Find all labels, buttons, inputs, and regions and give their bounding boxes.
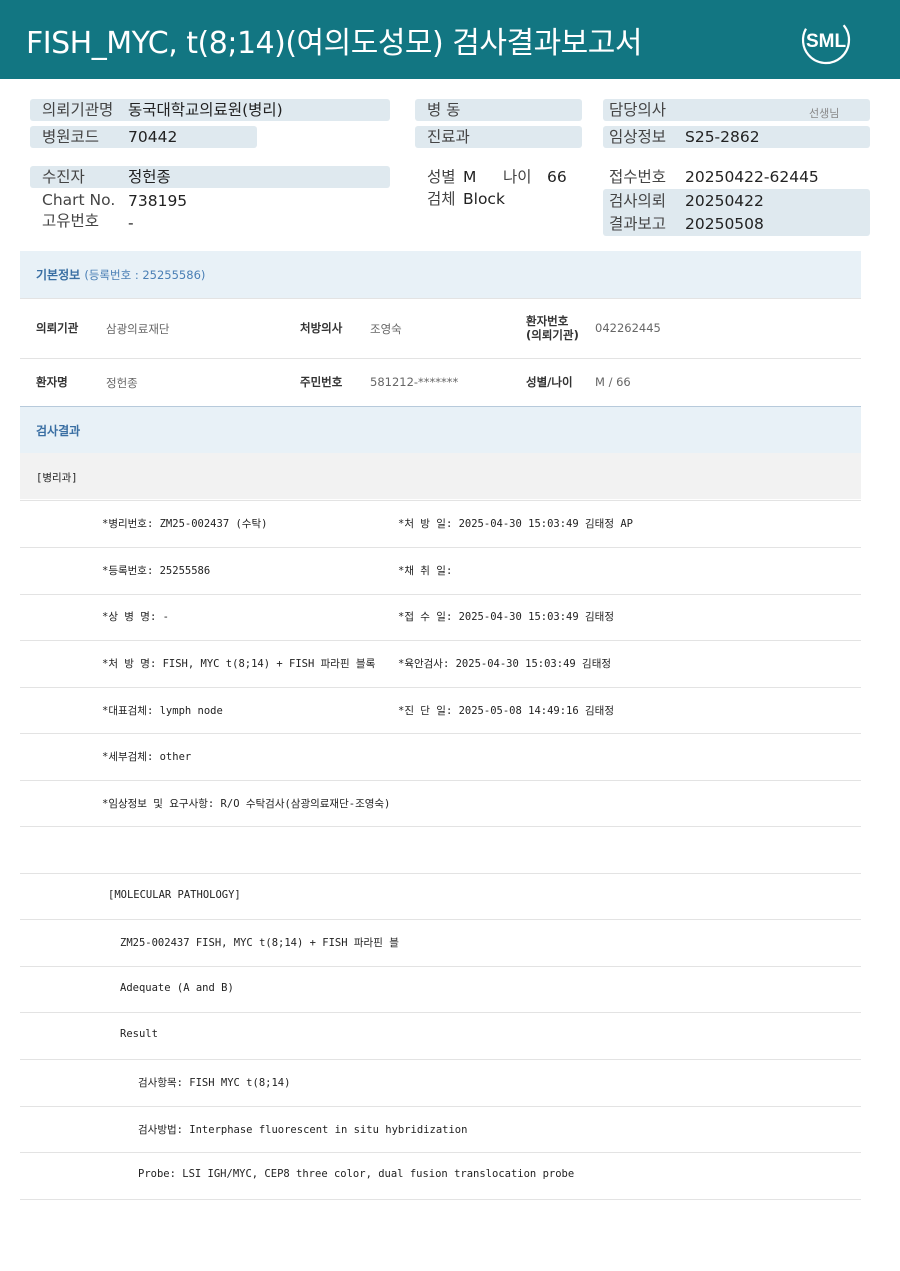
hospital-code-label: 병원코드 [42,128,100,146]
name-label: 환자명 [36,375,68,389]
hospital-code-value: 70442 [128,128,178,146]
age-value: 66 [547,168,567,186]
divider [20,873,861,874]
result-left: *처 방 명: FISH, MYC t(8;14) + FISH 파라핀 블록 [102,658,376,670]
request-report-field: 검사의뢰 20250422 결과보고 20250508 [603,189,870,236]
divider [20,733,861,734]
rrn-label: 주민번호 [300,375,343,389]
result-right: *처 방 일: 2025-04-30 15:03:49 김태정 AP [398,518,633,530]
ward-field: 병 동 [415,99,582,121]
divider [20,298,861,299]
doctor-label: 담당의사 [609,101,667,119]
divider [20,500,861,501]
case-line: ZM25-002437 FISH, MYC t(8;14) + FISH 파라핀… [120,937,399,949]
result-right: *접 수 일: 2025-04-30 15:03:49 김태정 [398,611,614,623]
referring-org-field: 의뢰기관명 동국대학교의료원(병리) [30,99,390,121]
probe-text: Probe: LSI IGH/MYC, CEP8 three color, du… [138,1168,575,1180]
logo-text: SML [806,31,847,52]
divider [20,1199,861,1200]
test-method: 검사방법: Interphase fluorescent in situ hyb… [138,1124,468,1136]
divider [20,1059,861,1060]
result-header: 검사결과 [20,407,861,453]
chart-no-label: Chart No. [42,191,116,209]
patient-field: 수진자 정헌종 [30,166,390,188]
divider [20,1152,861,1153]
sex-value: M [463,168,477,186]
specimen-value: Block [463,190,505,208]
prescriber-value: 조영숙 [370,322,402,336]
dept-label: 진료과 [427,128,470,146]
basic-info-header: 기본정보 (등록번호 : 25255586) [20,251,861,298]
divider [20,358,861,359]
divider [20,687,861,688]
registration-number: (등록번호 : 25255586) [84,268,206,282]
report-label: 결과보고 [609,215,667,233]
divider [20,547,861,548]
result-left: *상 병 명: - [102,611,169,623]
divider [20,826,861,827]
result-left: *병리번호: ZM25-002437 (수탁) [102,518,268,530]
doctor-suffix: 선생님 [809,107,840,120]
divider [20,966,861,967]
sexage-label: 성별/나이 [526,375,573,389]
org-value: 삼광의료재단 [106,322,170,336]
patient-no-label: 환자번호 (의뢰기관) [526,314,579,342]
receipt-no-label: 접수번호 [609,168,667,186]
divider [20,919,861,920]
result-title: 검사결과 [36,424,81,438]
patient-no-value: 042262445 [595,321,661,335]
result-right: *육안검사: 2025-04-30 15:03:49 김태정 [398,658,612,670]
sml-logo: SML [800,14,852,66]
patient-label: 수진자 [42,168,85,186]
result-left: *임상정보 및 요구사항: R/O 수탁검사(삼광의료재단-조영숙) [102,798,391,810]
rrn-value: 581212-******* [370,375,459,389]
result-left: *대표검체: lymph node [102,705,223,717]
molecular-title: [MOLECULAR PATHOLOGY] [108,889,241,901]
specimen-label: 검체 [427,190,456,208]
request-label: 검사의뢰 [609,192,667,210]
result-right: *진 단 일: 2025-05-08 14:49:16 김태정 [398,705,614,717]
hospital-code-field: 병원코드 70442 [30,126,257,148]
divider [20,1012,861,1013]
org-label: 의뢰기관 [36,321,79,335]
chart-no-value: 738195 [128,192,188,210]
clinical-info-value: S25-2862 [685,128,760,146]
result-left: *등록번호: 25255586 [102,565,211,577]
divider [20,640,861,641]
report-title: FISH_MYC, t(8;14)(여의도성모) 검사결과보고서 [26,26,642,61]
divider [20,594,861,595]
report-header: FISH_MYC, t(8;14)(여의도성모) 검사결과보고서 SML [0,0,900,79]
doctor-field: 담당의사 선생님 [603,99,870,121]
divider [20,1106,861,1107]
result-right: *채 취 일: [398,565,453,577]
ward-label: 병 동 [427,101,461,119]
dept-band: [병리과] [20,453,861,499]
basic-info-title: 기본정보 (등록번호 : 25255586) [36,268,206,282]
result-label: Result [120,1028,158,1040]
patient-value: 정헌종 [128,168,171,186]
prescriber-label: 처방의사 [300,321,343,335]
receipt-no-value: 20250422-62445 [685,168,819,186]
sex-label: 성별 [427,168,456,186]
adequacy-text: Adequate (A and B) [120,982,234,994]
unique-no-label: 고유번호 [42,212,100,230]
test-item: 검사항목: FISH MYC t(8;14) [138,1077,291,1089]
clinical-info-field: 임상정보 S25-2862 [603,126,870,148]
report-value: 20250508 [685,215,764,233]
age-label: 나이 [503,168,532,186]
unique-no-value: - [128,214,134,232]
referring-org-label: 의뢰기관명 [42,101,114,119]
clinical-info-label: 임상정보 [609,128,667,146]
request-value: 20250422 [685,192,764,210]
divider [20,780,861,781]
dept-label: [병리과] [36,472,78,484]
sexage-value: M / 66 [595,375,631,389]
result-left: *세부검체: other [102,751,192,763]
dept-field: 진료과 [415,126,582,148]
name-value: 정헌종 [106,376,138,390]
referring-org-value: 동국대학교의료원(병리) [128,101,283,119]
